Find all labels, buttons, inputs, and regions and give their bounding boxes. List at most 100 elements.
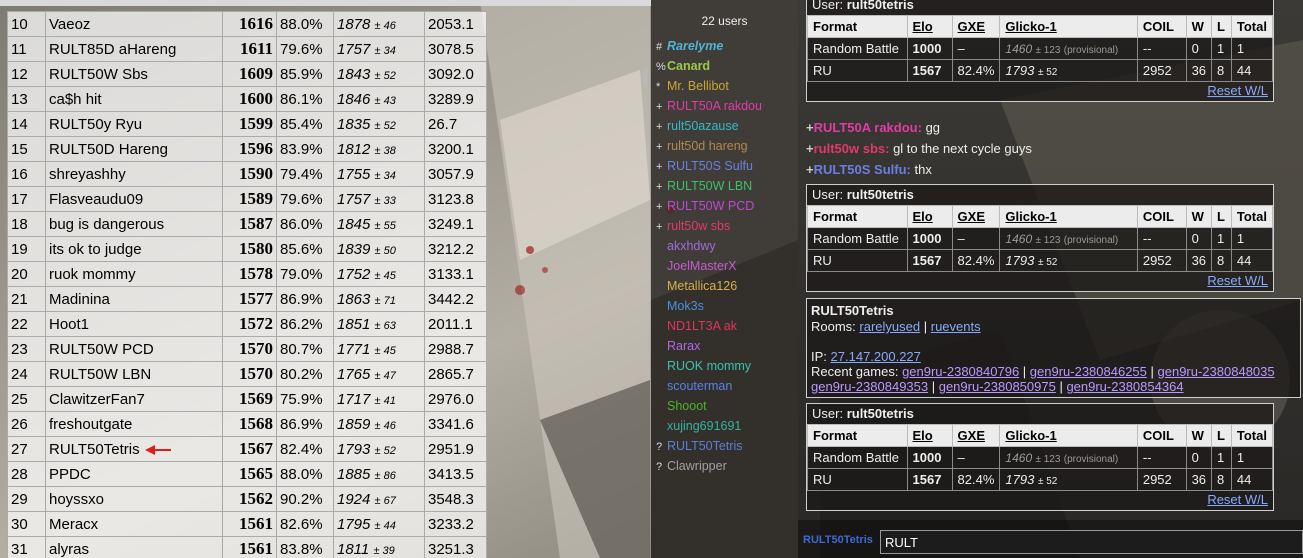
user-name[interactable]: JoelMasterX [667, 259, 736, 273]
ladder-username[interactable]: ca$h hit [45, 86, 223, 112]
user-list-item[interactable]: xujing691691 [656, 416, 762, 436]
ladder-username[interactable]: alyras [45, 536, 223, 558]
ladder-username[interactable]: RULT50D Hareng [45, 136, 223, 162]
ladder-username[interactable]: Hoot1 [45, 311, 223, 337]
ip-link[interactable]: 27.147.200.227 [831, 349, 921, 364]
room-link-ruevents[interactable]: ruevents [931, 319, 981, 334]
user-name[interactable]: rult50d hareng [667, 139, 748, 153]
stats-header-cell[interactable]: Elo [906, 205, 953, 228]
user-name[interactable]: Metallica126 [667, 279, 737, 293]
user-name[interactable]: Mr. Bellibot [667, 79, 729, 93]
user-name[interactable]: RULT50Tetris [667, 439, 742, 453]
ladder-username[interactable]: Flasveaudu09 [45, 186, 223, 212]
chat-message-author[interactable]: +RULT50A rakdou: [806, 120, 922, 135]
ladder-username[interactable]: RULT50y Ryu [45, 111, 223, 137]
ladder-username[interactable]: Madinina [45, 286, 223, 312]
user-name[interactable]: RULT50W PCD [667, 199, 754, 213]
user-name[interactable]: Rarax [667, 339, 700, 353]
stats-total: 1 [1230, 446, 1274, 469]
user-list-item[interactable]: + rult50w sbs [656, 216, 762, 236]
user-list-item[interactable]: + RULT50W LBN [656, 176, 762, 196]
stats-header-cell[interactable]: Glicko-1 [999, 15, 1138, 38]
user-list-item[interactable]: Metallica126 [656, 276, 762, 296]
user-name[interactable]: RULT50A rakdou [667, 99, 762, 113]
stats-elo: 1567 [906, 468, 953, 491]
ladder-username[interactable]: shreyashhy [45, 161, 223, 187]
user-name[interactable]: rult50azause [667, 119, 739, 133]
user-list-item[interactable]: ? RULT50Tetris [656, 436, 762, 456]
user-list-item[interactable]: + rult50d hareng [656, 136, 762, 156]
user-name[interactable]: rult50w sbs [667, 219, 730, 233]
stats-header-cell[interactable]: Glicko-1 [999, 205, 1138, 228]
ladder-username[interactable]: ClawitzerFan7 [45, 386, 223, 412]
stats-header-cell[interactable]: GXE [951, 424, 1001, 447]
ladder-username[interactable]: RULT50W LBN [45, 361, 223, 387]
user-list-item[interactable]: akxhdwy [656, 236, 762, 256]
reset-wl-button[interactable]: Reset W/L [1207, 273, 1268, 288]
user-name[interactable]: RUOK mommy [667, 359, 751, 373]
user-list-item[interactable]: + RULT50S Sulfu [656, 156, 762, 176]
user-list-item[interactable]: + RULT50W PCD [656, 196, 762, 216]
ladder-username[interactable]: Meracx [45, 511, 223, 537]
rooms-label: Rooms: [811, 319, 856, 334]
ladder-username[interactable]: PPDC [45, 461, 223, 487]
user-list-item[interactable]: JoelMasterX [656, 256, 762, 276]
game-link[interactable]: gen9ru-2380854364 [1066, 379, 1183, 394]
user-stats-username[interactable]: rult50tetris [847, 187, 914, 202]
user-name[interactable]: RULT50S Sulfu [667, 159, 753, 173]
ladder-username[interactable]: RULT50W PCD [45, 336, 223, 362]
user-list-item[interactable]: + RULT50A rakdou [656, 96, 762, 116]
game-link[interactable]: gen9ru-2380850975 [939, 379, 1056, 394]
user-name[interactable]: Shooot [667, 399, 707, 413]
user-list-item[interactable]: + rult50azause [656, 116, 762, 136]
game-link[interactable]: gen9ru-2380848035 [1158, 364, 1275, 379]
user-list-scrollbar[interactable] [643, 68, 648, 88]
reset-wl-button[interactable]: Reset W/L [1207, 83, 1268, 98]
chat-message-author[interactable]: +RULT50S Sulfu: [806, 162, 911, 177]
reset-wl-button[interactable]: Reset W/L [1207, 492, 1268, 507]
user-list-item[interactable]: # Rarelyme [656, 36, 762, 56]
ladder-username[interactable]: Vaeoz [45, 11, 223, 37]
user-list-item[interactable]: %Canard [656, 56, 762, 76]
game-link[interactable]: gen9ru-2380849353 [811, 379, 928, 394]
user-list-item[interactable]: RUOK mommy [656, 356, 762, 376]
user-name[interactable]: ND1LT3A ak [667, 319, 737, 333]
user-name[interactable]: Mok3s [667, 299, 704, 313]
chat-input[interactable] [880, 530, 1303, 554]
ladder-username[interactable]: bug is dangerous [45, 211, 223, 237]
stats-header-cell[interactable]: Elo [906, 15, 953, 38]
user-list-item[interactable]: scouterman [656, 376, 762, 396]
ladder-username[interactable]: its ok to judge [45, 236, 223, 262]
user-stats-username[interactable]: rult50tetris [847, 0, 914, 12]
user-list-item[interactable]: Mok3s [656, 296, 762, 316]
chat-input-username[interactable]: RULT50Tetris [803, 534, 873, 546]
stats-header-cell[interactable]: Glicko-1 [999, 424, 1138, 447]
ladder-username[interactable]: freshoutgate [45, 411, 223, 437]
ladder-username[interactable]: ruok mommy [45, 261, 223, 287]
game-link[interactable]: gen9ru-2380840796 [902, 364, 1019, 379]
user-name[interactable]: scouterman [667, 379, 732, 393]
user-name[interactable]: RULT50W LBN [667, 179, 752, 193]
user-name[interactable]: xujing691691 [667, 419, 741, 433]
stats-header-cell[interactable]: Elo [906, 424, 953, 447]
user-list-item[interactable]: Rarax [656, 336, 762, 356]
user-name[interactable]: akxhdwy [667, 239, 716, 253]
room-link-rarelyused[interactable]: rarelyused [859, 319, 920, 334]
ladder-username[interactable]: RULT50W Sbs [45, 61, 223, 87]
user-list-item[interactable]: ND1LT3A ak [656, 316, 762, 336]
user-list-item[interactable]: * Mr. Bellibot [656, 76, 762, 96]
chat-message-author[interactable]: +rult50w sbs: [806, 141, 889, 156]
ladder-username[interactable]: RULT50Tetris [45, 436, 223, 462]
stats-coil: -- [1136, 37, 1187, 60]
user-name[interactable]: Clawripper [667, 459, 727, 473]
user-stats-username[interactable]: rult50tetris [847, 406, 914, 421]
user-list-item[interactable]: ? Clawripper [656, 456, 762, 476]
ladder-username[interactable]: RULT85D aHareng [45, 36, 223, 62]
stats-header-cell[interactable]: GXE [951, 15, 1001, 38]
game-link[interactable]: gen9ru-2380846255 [1030, 364, 1147, 379]
ladder-username[interactable]: hoyssxo [45, 486, 223, 512]
stats-header-cell[interactable]: GXE [951, 205, 1001, 228]
user-list-item[interactable]: Shooot [656, 396, 762, 416]
user-name[interactable]: Canard [667, 59, 710, 73]
user-name[interactable]: Rarelyme [667, 39, 723, 53]
